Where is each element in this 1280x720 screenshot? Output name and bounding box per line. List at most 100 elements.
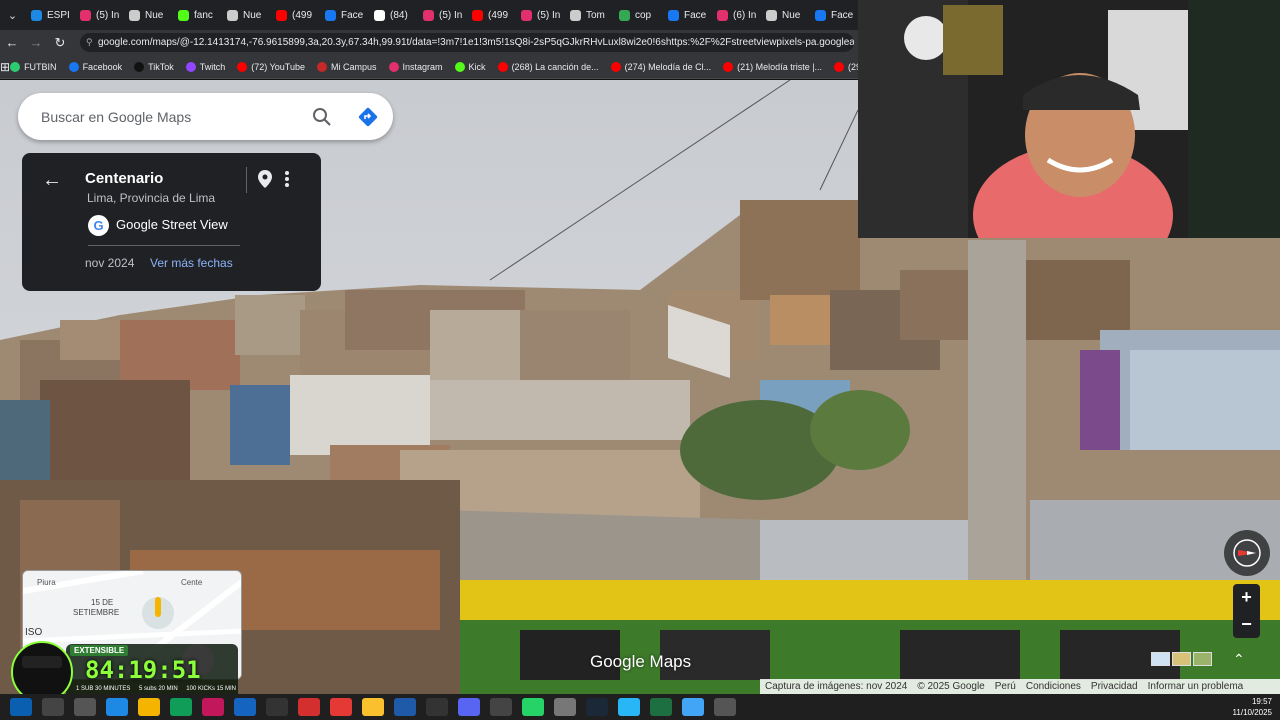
expand-up-icon[interactable]: ⌃ <box>1233 651 1245 668</box>
tab-label: Face <box>684 9 707 21</box>
bookmark-item[interactable]: (21) Melodía triste |... <box>723 61 822 72</box>
tab-label: (6) In <box>733 9 757 21</box>
taskbar: 19:57 11/10/2025 <box>0 694 1280 720</box>
edge-icon[interactable] <box>106 698 128 716</box>
source-label: Google Street View <box>116 217 228 232</box>
site-info-icon[interactable]: ⚲ <box>86 33 93 52</box>
apps-icon[interactable]: ⊞ <box>0 60 10 74</box>
bookmark-item[interactable]: Twitch <box>185 61 225 72</box>
maps-search-box[interactable]: Buscar en Google Maps <box>18 93 393 140</box>
bookmark-item[interactable]: Mi Campus <box>317 61 377 72</box>
search-icon[interactable] <box>301 97 343 137</box>
back-icon[interactable]: ← <box>0 35 24 50</box>
tab-label: cop <box>635 9 652 21</box>
app-icon[interactable] <box>170 698 192 716</box>
thumbnail[interactable] <box>1172 652 1191 666</box>
zoom-out-button[interactable]: − <box>1233 611 1260 638</box>
chrome-icon[interactable] <box>138 698 160 716</box>
browser-tab[interactable]: (5) In <box>74 0 123 30</box>
zoom-controls: + − <box>1233 584 1260 638</box>
file-explorer-icon[interactable] <box>362 698 384 716</box>
address-toolbar: ← → ↻ ⚲ google.com/maps/@-12.1413174,-76… <box>0 30 858 55</box>
task-view-icon[interactable] <box>74 698 96 716</box>
terms-link[interactable]: Condiciones <box>1026 681 1081 692</box>
browser-tab[interactable]: Tom <box>564 0 613 30</box>
app-icon[interactable] <box>714 698 736 716</box>
maps-footer: Captura de imágenes: nov 2024 © 2025 Goo… <box>760 679 1280 694</box>
tab-favicon-icon <box>276 9 287 21</box>
app-icon[interactable] <box>490 698 512 716</box>
bookmark-item[interactable]: (274) Melodía de Cl... <box>610 61 711 72</box>
steam-icon[interactable] <box>586 698 608 716</box>
bookmark-item[interactable]: (293) Dragon B <box>834 61 858 72</box>
privacy-link[interactable]: Privacidad <box>1091 681 1138 692</box>
browser-tab[interactable]: (499 <box>466 0 515 30</box>
browser-tab[interactable]: Face <box>319 0 368 30</box>
browser-tab[interactable]: (6) In <box>711 0 760 30</box>
system-clock[interactable]: 19:57 11/10/2025 <box>1233 696 1272 718</box>
back-arrow-icon[interactable]: ← <box>42 169 62 192</box>
compass-icon[interactable] <box>1224 530 1270 576</box>
outlook-icon[interactable] <box>234 698 256 716</box>
capture-date: nov 2024 <box>85 256 135 270</box>
excel-icon[interactable] <box>650 698 672 716</box>
app-icon[interactable] <box>202 698 224 716</box>
tab-favicon-icon <box>227 9 238 21</box>
word-icon[interactable] <box>394 698 416 716</box>
forward-icon[interactable]: → <box>24 35 48 50</box>
browser-tab[interactable]: Face <box>809 0 858 30</box>
app-icon[interactable] <box>330 698 352 716</box>
discord-icon[interactable] <box>458 698 480 716</box>
url-text: google.com/maps/@-12.1413174,-76.9615899… <box>98 37 854 48</box>
app-icon[interactable] <box>426 698 448 716</box>
browser-tab[interactable]: Nue <box>221 0 270 30</box>
zoom-in-button[interactable]: + <box>1233 584 1260 611</box>
thumbnail[interactable] <box>1151 652 1170 666</box>
minimap-district-label: SETIEMBRE <box>73 608 119 617</box>
subathon-timer: 84:19:51 <box>85 656 201 684</box>
bookmark-item[interactable]: Instagram <box>388 61 443 72</box>
tab-label: (5) In <box>96 9 120 21</box>
bookmark-item[interactable]: (72) YouTube <box>237 61 305 72</box>
app-icon[interactable] <box>266 698 288 716</box>
browser-tab[interactable]: Nue <box>760 0 809 30</box>
whatsapp-icon[interactable] <box>522 698 544 716</box>
tab-label: Nue <box>145 9 164 21</box>
tab-search-icon[interactable]: ⌄ <box>0 0 25 30</box>
thumbnail[interactable] <box>1193 652 1212 666</box>
browser-tab[interactable]: (84) <box>368 0 417 30</box>
country-link[interactable]: Perú <box>995 681 1016 692</box>
search-input[interactable]: Buscar en Google Maps <box>18 109 301 125</box>
bookmark-favicon-icon <box>834 61 845 72</box>
reload-icon[interactable]: ↻ <box>48 35 72 51</box>
windows-start-icon[interactable] <box>10 698 32 716</box>
report-link[interactable]: Informar un problema <box>1148 681 1244 692</box>
url-field[interactable]: ⚲ google.com/maps/@-12.1413174,-76.96158… <box>80 33 854 52</box>
tab-label: (499 <box>488 9 509 21</box>
browser-tab[interactable]: (5) In <box>515 0 564 30</box>
clock-date: 11/10/2025 <box>1232 708 1272 717</box>
more-options-icon[interactable] <box>284 170 290 193</box>
search-icon[interactable] <box>42 698 64 716</box>
bookmark-item[interactable]: TikTok <box>134 61 174 72</box>
bookmark-item[interactable]: FUTBIN <box>10 61 57 72</box>
browser-tab[interactable]: fanc <box>172 0 221 30</box>
browser-tab[interactable]: (499 <box>270 0 319 30</box>
browser-tab[interactable]: Nue <box>123 0 172 30</box>
obs-icon[interactable] <box>298 698 320 716</box>
timer-info-item: 5 subs 20 MIN <box>138 686 178 692</box>
app-icon[interactable] <box>682 698 704 716</box>
directions-icon[interactable] <box>343 97 393 137</box>
calculator-icon[interactable] <box>554 698 576 716</box>
bookmark-item[interactable]: Kick <box>454 61 486 72</box>
more-dates-link[interactable]: Ver más fechas <box>150 256 233 270</box>
browser-tab[interactable]: Face <box>662 0 711 30</box>
browser-tab[interactable]: cop <box>613 0 662 30</box>
bookmark-item[interactable]: Facebook <box>68 61 122 72</box>
browser-tab[interactable]: ESPI <box>25 0 74 30</box>
browser-tab[interactable]: (5) In <box>417 0 466 30</box>
location-pin-icon[interactable] <box>258 170 272 193</box>
bookmark-item[interactable]: (268) La canción de... <box>497 61 599 72</box>
bookmark-favicon-icon <box>237 61 248 72</box>
app-icon[interactable] <box>618 698 640 716</box>
